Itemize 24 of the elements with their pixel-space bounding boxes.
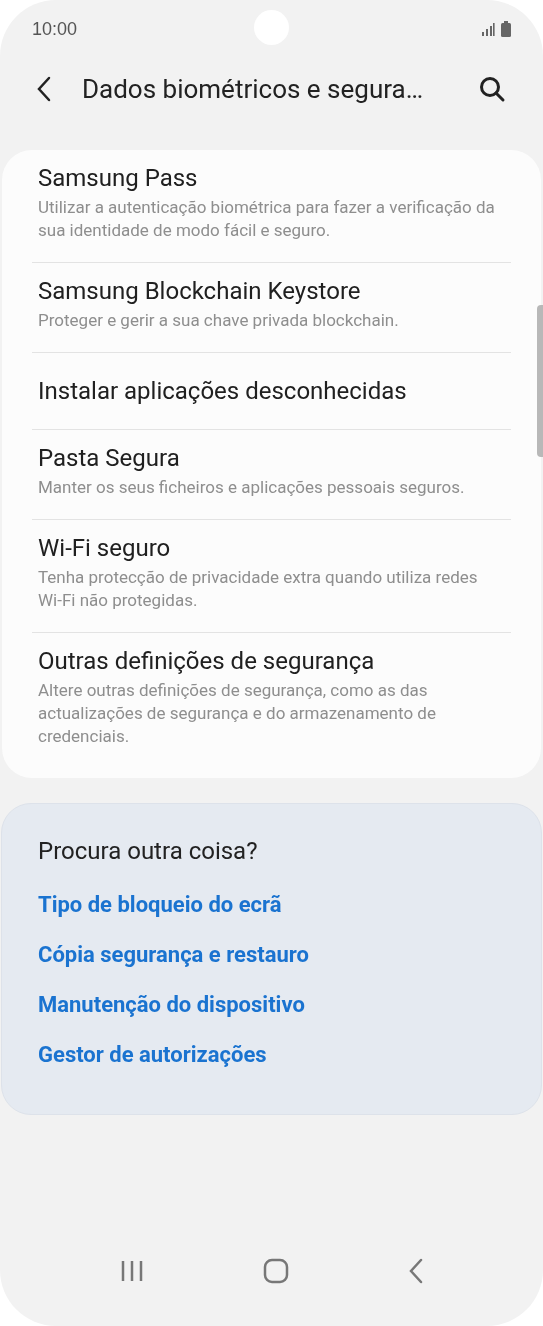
suggestion-link[interactable]: Gestor de autorizações [38,1042,267,1067]
suggestion-link[interactable]: Tipo de bloqueio do ecrã [38,892,282,917]
setting-title[interactable]: Outras definições de segurança [38,645,505,677]
back-nav-button[interactable] [407,1258,424,1284]
page-title: Dados biométricos e segura… [82,72,424,106]
signal-icon [481,22,495,36]
battery-icon [501,21,511,37]
status-time: 10:00 [32,17,78,41]
setting-title[interactable]: Pasta Segura [38,442,505,474]
setting-description: Manter os seus ficheiros e aplicações pessoais seguros. [38,476,466,499]
setting-description: Utilizar a autenticação biométrica para fazer a verificação da sua identidade de modo fácil e seguro. [38,196,496,242]
setting-title[interactable]: Samsung Pass [38,162,505,194]
suggestion-link[interactable]: Cópia segurança e restauro [38,942,309,967]
setting-description: Tenha protecção de privacidade extra quando utiliza redes Wi-Fi não protegidas. [38,566,479,612]
suggestions-title: Procura outra coisa? [38,836,259,867]
search-button[interactable] [477,74,507,104]
setting-description: Proteger e gerir a sua chave privada blockchain. [38,309,400,332]
setting-title[interactable]: Instalar aplicações desconhecidas [38,375,505,407]
home-button[interactable] [262,1258,289,1284]
suggestion-link[interactable]: Manutenção do dispositivo [38,992,305,1017]
setting-title[interactable]: Wi-Fi seguro [38,532,505,564]
setting-description: Altere outras definições de segurança, como as das actualizações de segurança e do armazenamento de credenciais. [38,679,437,748]
setting-title[interactable]: Samsung Blockchain Keystore [38,275,505,307]
recent-apps-button[interactable] [119,1259,144,1283]
